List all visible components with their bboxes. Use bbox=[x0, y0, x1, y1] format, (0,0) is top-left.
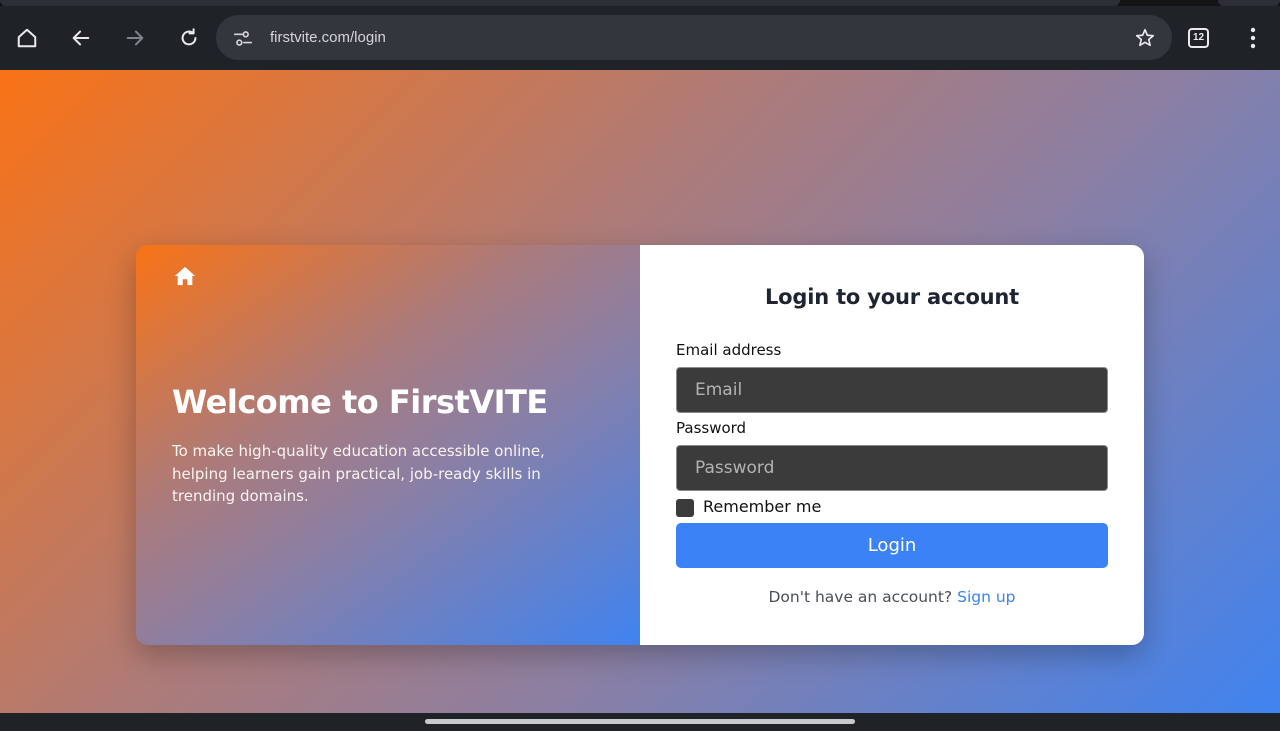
remember-me-checkbox[interactable] bbox=[676, 499, 694, 517]
home-button[interactable] bbox=[11, 22, 43, 54]
login-form-panel: Login to your account Email address Pass… bbox=[640, 245, 1144, 645]
email-field[interactable] bbox=[676, 367, 1108, 413]
email-label: Email address bbox=[676, 341, 782, 359]
signup-link[interactable]: Sign up bbox=[957, 588, 1015, 606]
login-button[interactable]: Login bbox=[676, 523, 1108, 568]
password-field[interactable] bbox=[676, 445, 1108, 491]
browser-toolbar: firstvite.com/login 12 bbox=[0, 0, 1280, 70]
arrow-right-icon bbox=[126, 30, 144, 46]
welcome-panel: Welcome to FirstVITE To make high-qualit… bbox=[136, 245, 640, 645]
url-text[interactable]: firstvite.com/login bbox=[270, 28, 386, 47]
remember-me-label[interactable]: Remember me bbox=[703, 497, 821, 517]
home-icon bbox=[17, 28, 37, 48]
login-card: Welcome to FirstVITE To make high-qualit… bbox=[136, 245, 1144, 645]
tab-strip bbox=[0, 0, 1280, 6]
back-button[interactable] bbox=[65, 22, 97, 54]
reload-button[interactable] bbox=[173, 22, 205, 54]
reload-icon bbox=[181, 28, 197, 46]
form-title: Login to your account bbox=[764, 285, 1020, 309]
forward-button[interactable] bbox=[119, 22, 151, 54]
page-background: Welcome to FirstVITE To make high-qualit… bbox=[0, 70, 1280, 713]
arrow-left-icon bbox=[72, 30, 90, 46]
tab-switcher-button[interactable]: 12 bbox=[1188, 28, 1209, 48]
system-nav-bar bbox=[0, 713, 1280, 731]
welcome-description: To make high-quality education accessibl… bbox=[172, 442, 545, 505]
star-icon[interactable] bbox=[1134, 27, 1156, 49]
tune-icon[interactable] bbox=[232, 27, 254, 49]
address-bar[interactable]: firstvite.com/login bbox=[216, 15, 1172, 60]
tab-edge[interactable] bbox=[1218, 0, 1280, 6]
gesture-handle[interactable] bbox=[425, 719, 855, 724]
welcome-title: Welcome to FirstVITE bbox=[172, 383, 548, 421]
password-label: Password bbox=[676, 419, 747, 437]
signup-prompt: Don't have an account? Sign up bbox=[640, 587, 1144, 607]
signup-prompt-text: Don't have an account? bbox=[768, 588, 953, 606]
tab-edge[interactable] bbox=[0, 0, 1120, 6]
kebab-menu-icon[interactable] bbox=[1241, 25, 1265, 51]
home-icon[interactable] bbox=[174, 265, 196, 287]
